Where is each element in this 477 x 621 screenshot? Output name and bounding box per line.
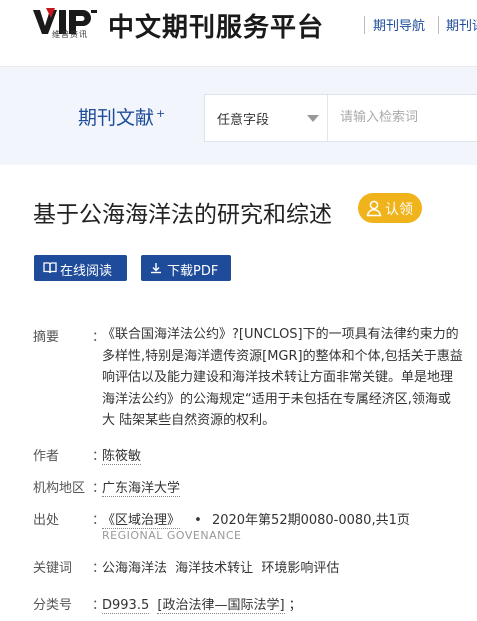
book-icon — [43, 262, 57, 274]
search-category-label[interactable]: 期刊文献 + — [78, 103, 165, 130]
source-dot: • — [194, 513, 202, 528]
source-detail: 2020年第52期0080-0080,共1页 — [211, 513, 410, 528]
site-title[interactable]: 中文期刊服务平台 — [108, 7, 324, 44]
classification-name-link[interactable]: [政治法律—国际法学] — [157, 598, 285, 614]
keywords-label: 关键词 — [33, 561, 73, 576]
download-icon — [151, 263, 161, 274]
keyword-link[interactable]: 公海海洋法 — [102, 561, 167, 576]
source-row: 《区域治理》 • 2020年第52期0080-0080,共1页 — [102, 509, 410, 529]
user-icon — [366, 200, 382, 217]
classification-row: D993.5 [政治法律—国际法学] ； — [102, 594, 302, 614]
read-online-button[interactable]: 在线阅读 — [34, 255, 127, 281]
source-journal-link[interactable]: 《区域治理》 — [102, 513, 181, 529]
search-input[interactable] — [328, 95, 477, 139]
keyword-link[interactable]: 环境影响评估 — [261, 561, 339, 576]
nav-journal-evaluation[interactable]: 期刊评价 — [446, 15, 477, 34]
abstract-label: 摘要 — [33, 330, 60, 345]
chevron-down-icon — [307, 115, 319, 122]
top-header: 维普资讯 中文期刊服务平台 期刊导航 期刊评价 — [0, 0, 477, 67]
nav-divider — [438, 16, 439, 34]
classification-tail: ； — [288, 598, 302, 613]
author-label: 作者 — [33, 449, 60, 464]
org-label: 机构地区 — [33, 481, 86, 496]
logo-subtitle: 维普资讯 — [52, 30, 88, 39]
abstract-text: 《联合国海洋法公约》?[UNCLOS]下的一项具有法律约束力的 多样性,特别是海… — [102, 327, 463, 428]
download-pdf-button[interactable]: 下载PDF — [141, 255, 231, 281]
nav-divider — [364, 16, 365, 34]
author-link[interactable]: 陈筱敏 — [102, 445, 142, 465]
org-link[interactable]: 广东海洋大学 — [102, 477, 181, 497]
source-english-name: REGIONAL GOVENANCE — [102, 529, 242, 542]
keywords-list: 公海海洋法 海洋技术转让 环境影响评估 — [102, 557, 339, 576]
search-box: 任意字段 — [204, 94, 477, 142]
claim-button[interactable]: 认领 — [358, 193, 422, 223]
source-label: 出处 — [33, 513, 60, 528]
classification-code-link[interactable]: D993.5 — [102, 598, 150, 614]
search-field-select[interactable]: 任意字段 — [205, 95, 328, 141]
keyword-link[interactable]: 海洋技术转让 — [175, 561, 253, 576]
search-band: 期刊文献 + 任意字段 — [0, 67, 477, 165]
article-title: 基于公海海洋法的研究和综述 — [33, 202, 332, 228]
classification-label: 分类号 — [33, 598, 73, 613]
nav-journal-navigation[interactable]: 期刊导航 — [373, 15, 425, 34]
